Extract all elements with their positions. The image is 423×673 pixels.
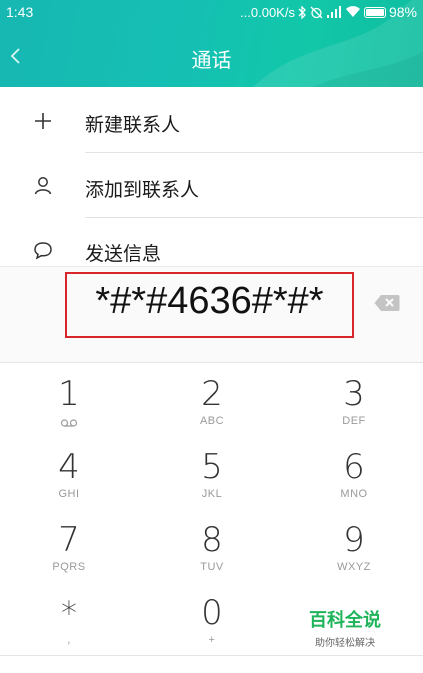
key-digit: 3 [343,374,365,414]
key-letters: TUV [200,561,224,573]
plus-icon [35,113,51,129]
voicemail-icon [60,419,78,427]
network-speed: ...0.00K/s [240,4,295,20]
menu-item-new-contact[interactable]: 新建联系人 [0,90,423,154]
menu-item-add-to-contact[interactable]: 添加到联系人 [0,155,423,219]
key-letters: GHI [58,488,80,500]
key-4[interactable]: 4 GHI [14,448,124,522]
keypad-separator [0,362,423,363]
key-letters: + [208,634,216,646]
key-3[interactable]: 3 DEF [299,375,409,449]
key-letters: JKL [201,488,223,500]
menu-item-label: 添加到联系人 [85,179,200,201]
bluetooth-icon [298,5,306,19]
key-digit: 4 [58,447,80,487]
watermark-title: 百科全说 [309,610,381,631]
key-star[interactable]: * , [14,594,124,668]
key-8[interactable]: 8 TUV [157,521,267,595]
watermark-logo: 百科全说 助你轻松解决 [300,606,390,649]
key-digit: 6 [343,447,365,487]
key-letters: , [67,634,71,646]
status-bar: 1:43 ...0.00K/s 98% [0,0,423,26]
dialed-number[interactable]: *#*#4636#*#* [65,280,354,323]
key-digit: 1 [58,374,80,414]
status-time: 1:43 [6,4,34,20]
status-icons: ...0.00K/s 98% [240,4,417,20]
key-digit: 5 [201,447,223,487]
signal-icon [326,6,341,18]
menu-item-label: 发送信息 [85,243,162,265]
key-digit: * [61,594,77,632]
key-digit: 0 [201,593,223,633]
key-digit: 7 [58,520,80,560]
key-letters: MNO [340,488,368,500]
menu-item-label: 新建联系人 [85,114,181,136]
key-0[interactable]: 0 + [157,594,267,668]
key-6[interactable]: 6 MNO [299,448,409,522]
key-letters: PQRS [52,561,86,573]
battery-percent: 98% [388,4,417,20]
key-7[interactable]: 7 PQRS [14,521,124,595]
key-letters: DEF [342,415,366,427]
wifi-icon [345,6,360,18]
key-2[interactable]: 2 ABC [157,375,267,449]
page-title: 通话 [191,48,232,72]
divider [85,217,423,218]
key-digit: 8 [201,520,223,560]
app-header: 1:43 ...0.00K/s 98% 通话 [0,0,423,87]
battery-icon [363,6,386,18]
key-9[interactable]: 9 WXYZ [299,521,409,595]
alarm-off-icon [310,6,323,18]
watermark-subtitle: 助你轻松解决 [315,638,375,649]
key-digit: 2 [201,374,223,414]
person-icon [34,177,52,195]
bottom-separator [0,655,423,656]
key-digit: 9 [343,520,365,560]
backspace-icon[interactable] [374,294,400,312]
key-5[interactable]: 5 JKL [157,448,267,522]
chat-bubble-icon [34,242,52,260]
key-1[interactable]: 1 [14,375,124,449]
key-letters: WXYZ [337,561,371,573]
divider [85,152,423,153]
key-letters: ABC [199,415,225,427]
